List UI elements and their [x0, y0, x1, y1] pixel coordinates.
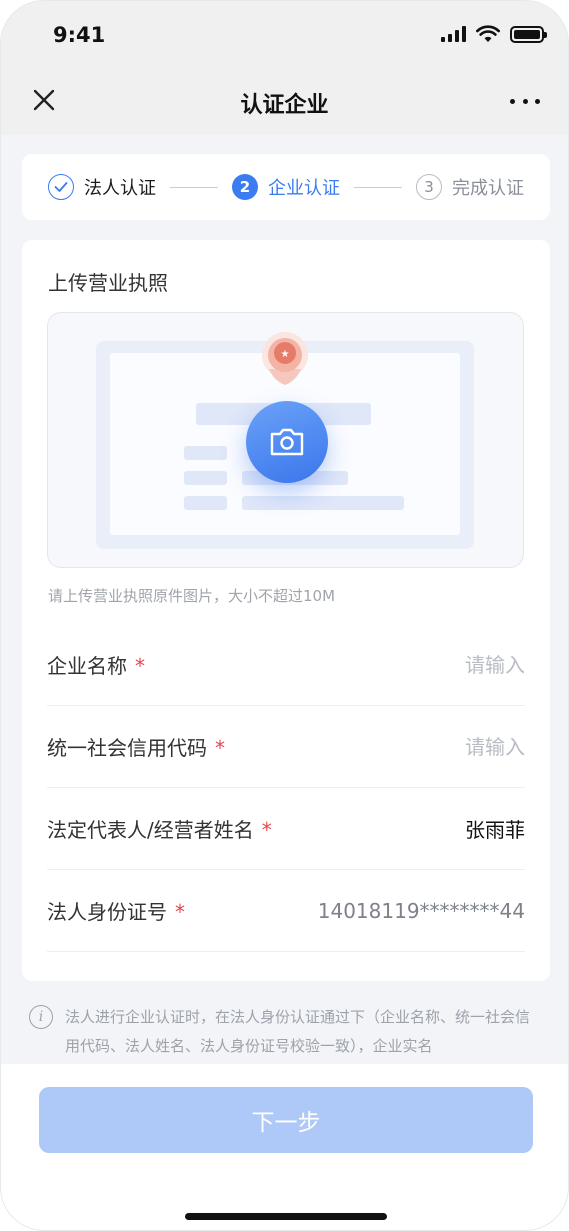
cellular-signal-icon	[441, 26, 466, 42]
svg-text:★: ★	[281, 349, 290, 360]
legal-id-row: 法人身份证号 * 14018119********44	[47, 870, 525, 952]
required-mark: *	[261, 818, 272, 842]
national-emblem-icon: ★	[262, 332, 308, 385]
phone-screen: 9:41 认证企业 法人认证 2 企业认证 3 完成认证 上传营业执照 ★ 请上…	[0, 0, 569, 1231]
company-name-input[interactable]	[325, 652, 525, 677]
notice-text: 法人进行企业认证时，在法人身份认证通过下（企业名称、统一社会信用代码、法人姓名、…	[65, 1008, 531, 1055]
license-upload-area[interactable]: ★	[47, 312, 524, 568]
step-connector	[170, 186, 218, 188]
status-icons	[441, 25, 547, 43]
credit-code-input[interactable]	[325, 734, 525, 759]
step-label: 完成认证	[452, 178, 524, 199]
legal-rep-name-label: 法定代表人/经营者姓名 *	[47, 818, 272, 842]
legal-id-value[interactable]: 14018119********44	[318, 899, 525, 923]
steps-progress: 法人认证 2 企业认证 3 完成认证	[22, 154, 550, 220]
step-label: 法人认证	[84, 178, 156, 199]
step-connector	[354, 186, 402, 188]
check-icon	[48, 174, 74, 200]
step-number: 3	[416, 174, 442, 200]
form-card: 上传营业执照 ★ 请上传营业执照原件图片，大小不超过10M 企业名称 * 请输入…	[22, 240, 550, 981]
home-indicator	[185, 1213, 387, 1220]
nav-bar: 认证企业	[1, 67, 568, 135]
credit-code-row: 统一社会信用代码 *	[47, 706, 525, 788]
status-bar: 9:41	[1, 1, 568, 67]
wifi-icon	[476, 25, 500, 42]
step-complete: 3 完成认证	[416, 174, 524, 200]
info-icon: i	[29, 1005, 53, 1029]
battery-icon	[510, 25, 547, 43]
upload-hint: 请上传营业执照原件图片，大小不超过10M	[48, 587, 336, 605]
close-icon[interactable]	[29, 85, 59, 115]
required-mark: *	[175, 900, 185, 924]
legal-id-label: 法人身份证号 *	[47, 900, 185, 924]
legal-rep-name-row: 法定代表人/经营者姓名 * 张雨菲	[47, 788, 525, 870]
next-step-button[interactable]: 下一步	[39, 1087, 533, 1153]
camera-upload-button[interactable]	[246, 401, 328, 483]
upload-section-title: 上传营业执照	[48, 271, 168, 295]
company-name-label: 企业名称 *	[47, 654, 145, 678]
page-title: 认证企业	[240, 93, 329, 118]
step-label: 企业认证	[268, 178, 340, 199]
status-time: 9:41	[53, 23, 106, 47]
required-mark: *	[135, 654, 145, 678]
camera-icon	[270, 428, 304, 456]
notice: i 法人进行企业认证时，在法人身份认证通过下（企业名称、统一社会信用代码、法人姓…	[29, 1003, 539, 1061]
company-name-row: 企业名称 *	[47, 624, 525, 706]
legal-rep-name-value[interactable]: 张雨菲	[465, 814, 525, 843]
more-options-icon[interactable]	[510, 91, 540, 111]
bottom-action-bar: 下一步	[1, 1064, 568, 1230]
credit-code-label: 统一社会信用代码 *	[47, 736, 225, 760]
step-legal-person: 法人认证	[48, 174, 156, 200]
step-number: 2	[232, 174, 258, 200]
step-company: 2 企业认证	[232, 174, 340, 200]
required-mark: *	[215, 736, 225, 760]
